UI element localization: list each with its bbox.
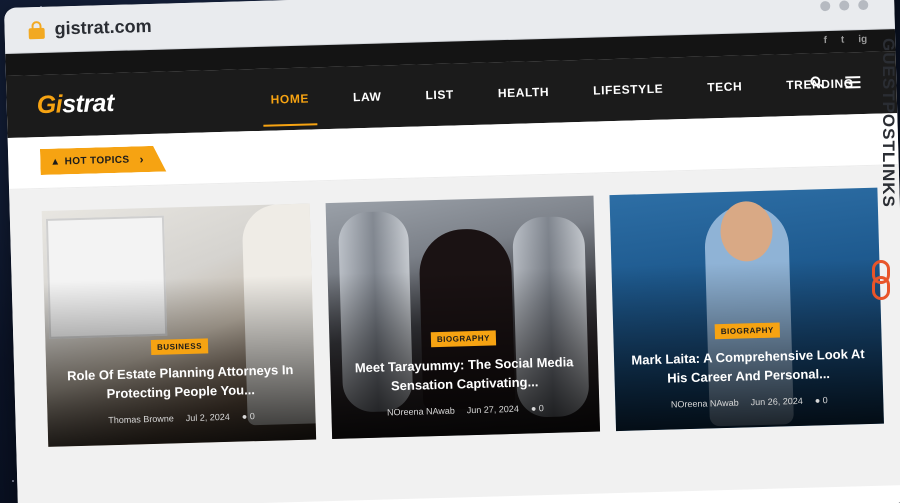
article-card[interactable]: BIOGRAPHY Meet Tarayummy: The Social Med… bbox=[325, 195, 601, 440]
menu-item-health[interactable]: HEALTH bbox=[475, 60, 572, 125]
browser-window: gistrat.com f t ig Gistrat HOME LAW LIST… bbox=[4, 0, 900, 503]
lock-icon bbox=[28, 20, 45, 40]
window-dot-1[interactable] bbox=[820, 0, 831, 12]
search-icon[interactable] bbox=[810, 76, 825, 90]
menu-item-home[interactable]: HOME bbox=[248, 67, 332, 131]
menu-item-tech[interactable]: TECH bbox=[684, 55, 765, 119]
article-card[interactable]: BUSINESS Role Of Estate Planning Attorne… bbox=[41, 203, 317, 447]
site-logo[interactable]: Gistrat bbox=[36, 89, 114, 120]
category-badge[interactable]: BIOGRAPHY bbox=[714, 322, 780, 340]
article-date: Jun 26, 2024 bbox=[750, 395, 803, 408]
category-badge[interactable]: BUSINESS bbox=[150, 338, 209, 356]
comment-icon: ● bbox=[241, 411, 248, 422]
featured-section: BUSINESS Role Of Estate Planning Attorne… bbox=[9, 165, 900, 503]
hamburger-menu-icon[interactable] bbox=[845, 76, 861, 89]
comment-icon: ● bbox=[814, 395, 821, 406]
link-icon bbox=[872, 260, 890, 302]
featured-cards: BUSINESS Role Of Estate Planning Attorne… bbox=[41, 187, 884, 447]
address-bar-url[interactable]: gistrat.com bbox=[54, 16, 152, 40]
article-title[interactable]: Role Of Estate Planning Attorneys In Pro… bbox=[58, 360, 303, 405]
hot-topics-label: HOT TOPICS bbox=[64, 154, 130, 167]
category-badge[interactable]: BIOGRAPHY bbox=[430, 330, 497, 348]
window-dot-2[interactable] bbox=[839, 0, 850, 11]
menu-item-law[interactable]: LAW bbox=[330, 65, 404, 129]
article-title[interactable]: Mark Laita: A Comprehensive Look At His … bbox=[626, 344, 871, 389]
comments-count[interactable]: ● 0 bbox=[531, 403, 544, 413]
comment-icon: ● bbox=[530, 403, 537, 414]
menu-item-list[interactable]: LIST bbox=[403, 63, 477, 127]
facebook-icon[interactable]: f bbox=[823, 35, 827, 46]
social-links: f t ig bbox=[823, 34, 867, 46]
chevron-right-icon: › bbox=[139, 152, 145, 167]
hot-topics-button[interactable]: ▲ HOT TOPICS › bbox=[40, 146, 166, 175]
window-controls bbox=[820, 0, 869, 12]
article-date: Jul 2, 2024 bbox=[185, 411, 230, 424]
watermark: GUESTPOSTLINKS bbox=[872, 38, 898, 300]
comments-count[interactable]: ● 0 bbox=[242, 411, 255, 421]
article-card[interactable]: BIOGRAPHY Mark Laita: A Comprehensive Lo… bbox=[609, 187, 884, 432]
article-author[interactable]: Thomas Browne bbox=[108, 413, 174, 425]
article-title[interactable]: Meet Tarayummy: The Social Media Sensati… bbox=[342, 352, 587, 397]
menu-item-lifestyle[interactable]: LIFESTYLE bbox=[570, 57, 686, 122]
article-author[interactable]: NOreena NAwab bbox=[671, 398, 739, 410]
article-author[interactable]: NOreena NAwab bbox=[387, 406, 455, 418]
article-date: Jun 27, 2024 bbox=[466, 403, 519, 416]
watermark-text: GUESTPOSTLINKS bbox=[879, 38, 898, 208]
instagram-icon[interactable]: ig bbox=[858, 34, 867, 45]
flame-icon: ▲ bbox=[50, 155, 61, 168]
comments-count[interactable]: ● 0 bbox=[815, 395, 828, 405]
window-dot-3[interactable] bbox=[858, 0, 869, 11]
twitter-icon[interactable]: t bbox=[841, 35, 845, 46]
